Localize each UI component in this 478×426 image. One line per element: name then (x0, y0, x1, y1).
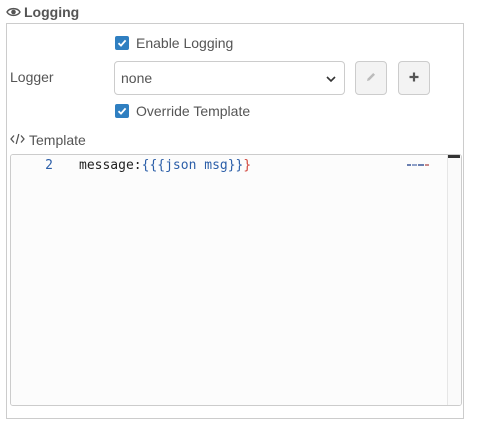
code-line[interactable]: 2 message: {{{ json msg }} } (11, 156, 461, 174)
logger-selected-value: none (121, 70, 153, 86)
section-title: Logging (24, 4, 80, 20)
editor-gutter (11, 155, 69, 405)
code-open-braces: {{{ (141, 157, 166, 173)
editor-scrollbar[interactable] (447, 155, 461, 405)
override-template-checkbox[interactable] (115, 104, 129, 118)
line-number: 2 (45, 157, 53, 173)
edit-logger-button[interactable] (355, 61, 387, 95)
section-header[interactable]: Logging (6, 3, 79, 21)
scrollbar-thumb[interactable] (448, 155, 460, 158)
template-editor[interactable]: 2 message: {{{ json msg }} } (10, 154, 462, 406)
checkmark-icon (117, 39, 127, 47)
override-template-label: Override Template (136, 103, 251, 119)
editor-minimap[interactable] (407, 155, 431, 166)
code-key-token: message: (79, 157, 142, 173)
code-icon (10, 132, 25, 148)
code-close-brace-mismatch: } (243, 157, 252, 173)
enable-logging-row[interactable]: Enable Logging (115, 35, 233, 51)
logging-settings: Logging Enable Logging Logger none Overr… (0, 0, 478, 426)
code-close-braces: }} (227, 157, 244, 173)
plus-icon (408, 70, 420, 86)
add-logger-button[interactable] (398, 61, 430, 95)
pencil-icon (365, 70, 377, 86)
template-label-row: Template (10, 131, 86, 149)
logger-label: Logger (10, 69, 54, 85)
override-template-row[interactable]: Override Template (115, 103, 250, 119)
enable-logging-checkbox[interactable] (115, 36, 129, 50)
code-expression: json msg (165, 157, 228, 173)
logger-select[interactable]: none (114, 61, 345, 95)
checkmark-icon (117, 107, 127, 115)
enable-logging-label: Enable Logging (136, 35, 234, 51)
eye-icon (6, 6, 21, 18)
chevron-down-icon (326, 70, 336, 86)
template-label: Template (29, 132, 86, 148)
